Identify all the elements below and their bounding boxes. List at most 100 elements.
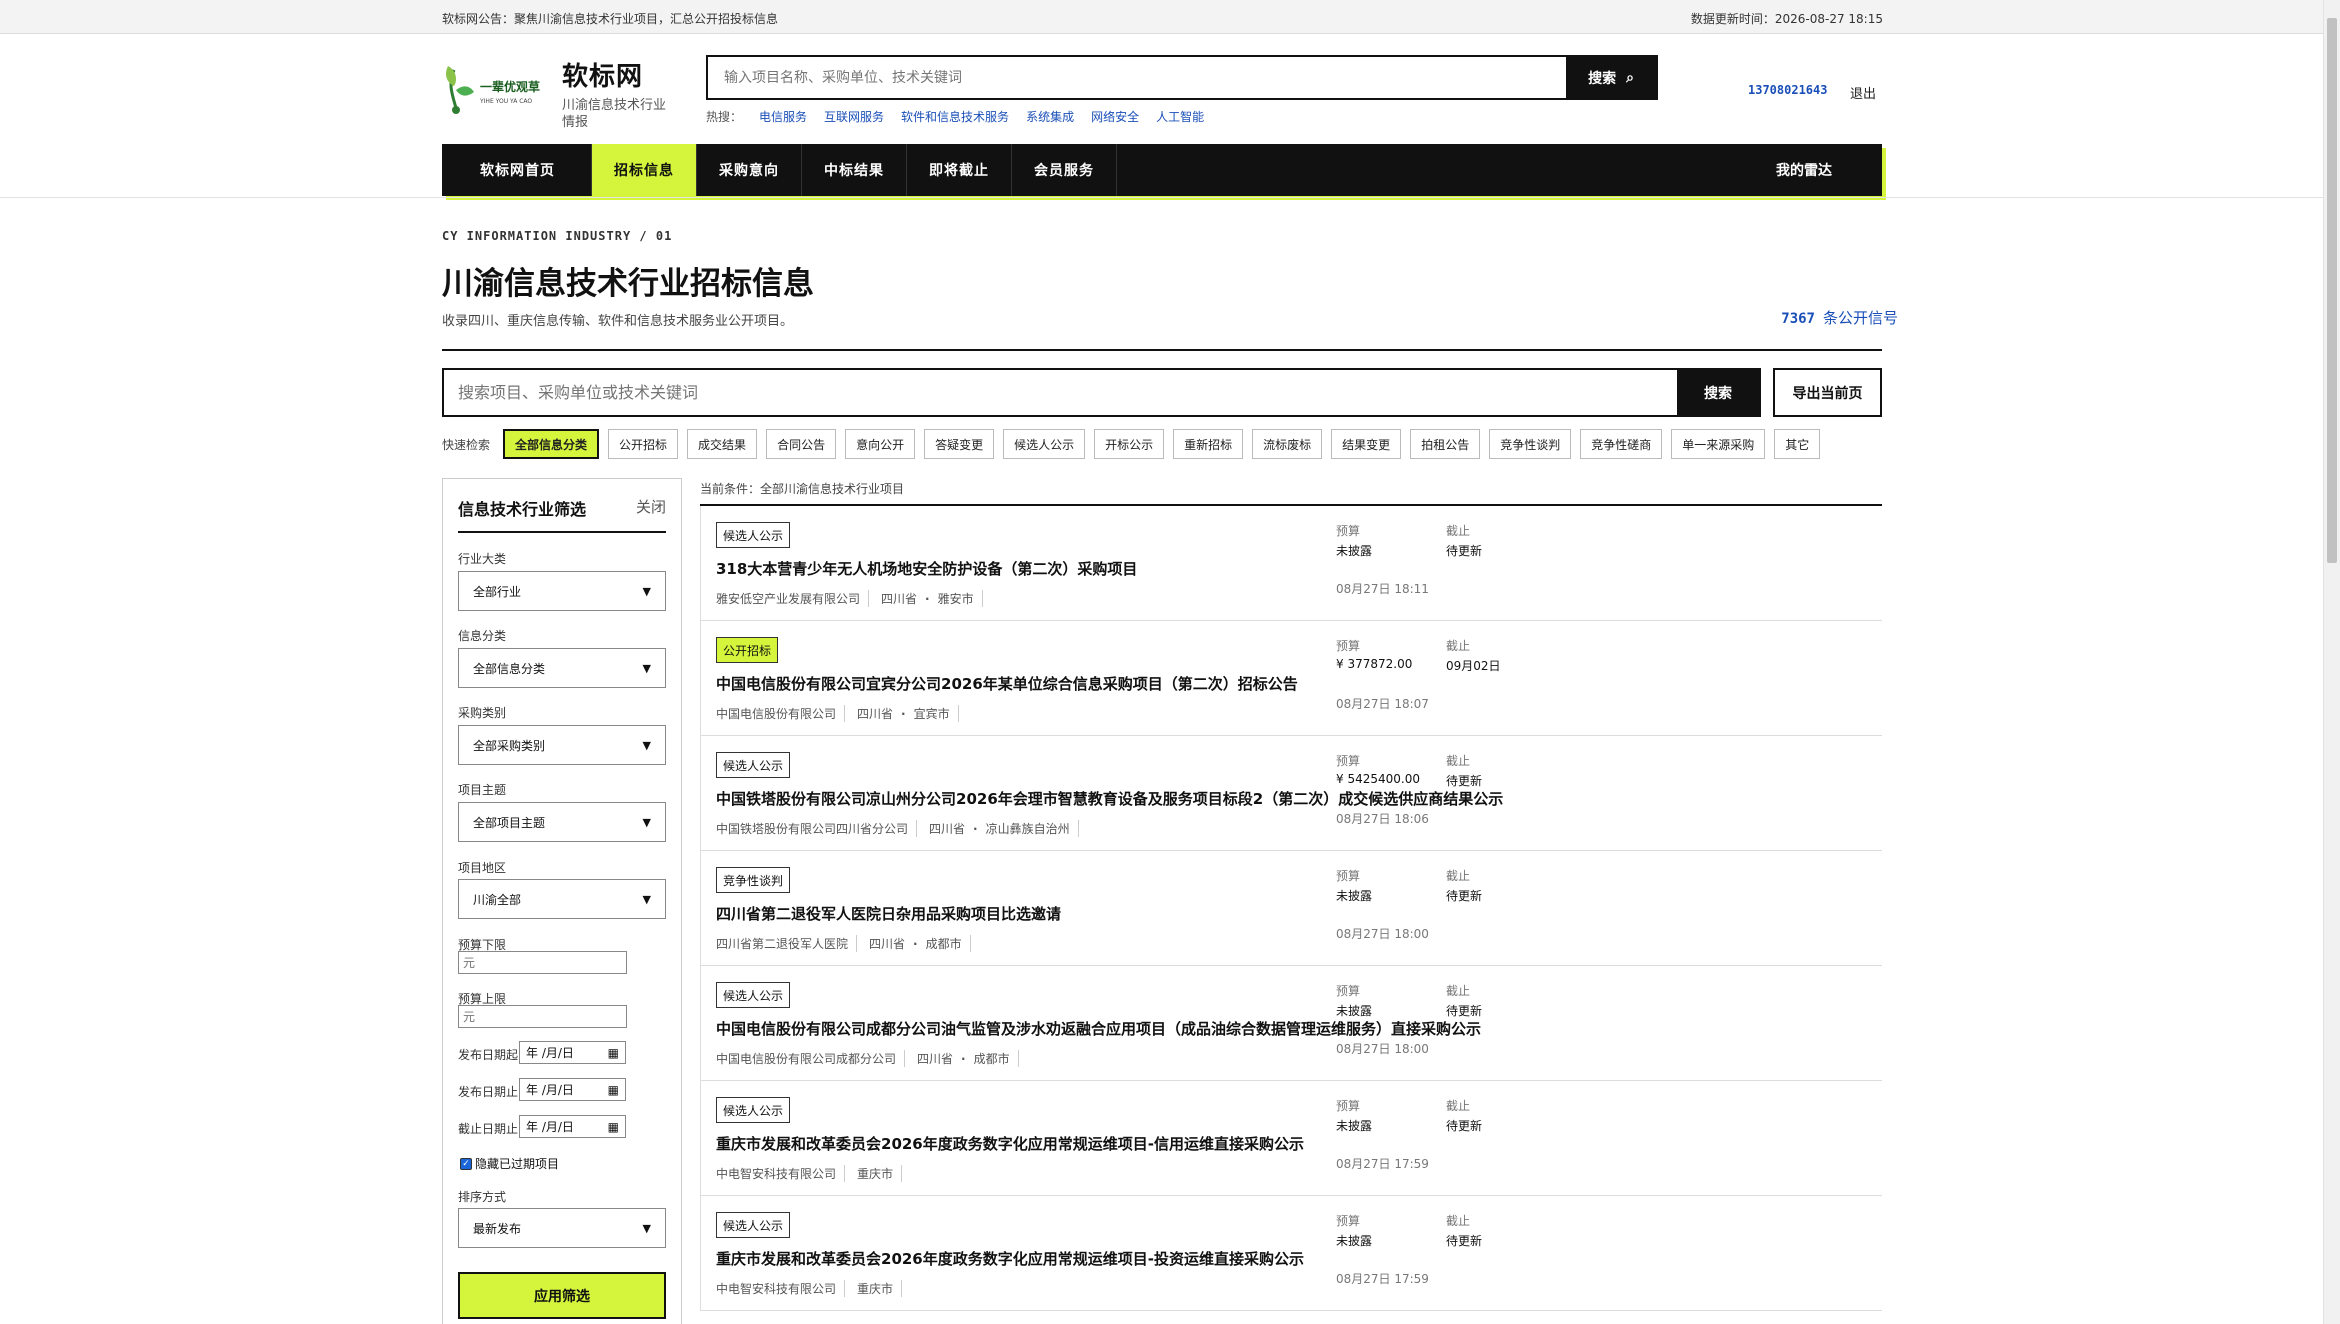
site-logo[interactable]: 一辈优观草 YIHE YOU YA CAO <box>442 56 562 118</box>
calendar-icon: ▦ <box>607 1045 619 1060</box>
quick-chip[interactable]: 重新招标 <box>1173 429 1244 459</box>
export-button[interactable]: 导出当前页 <box>1773 368 1882 417</box>
announcement-text: 软标网公告：聚焦川渝信息技术行业项目，汇总公开招投标信息 <box>442 12 779 26</box>
sidebar-close-button[interactable]: 关闭 <box>636 496 666 531</box>
publish-date: 08月27日 18:06 <box>1336 812 1429 826</box>
budget-min-input[interactable] <box>458 951 627 974</box>
hot-link[interactable]: 系统集成 <box>1026 108 1074 125</box>
result-row[interactable]: 候选人公示 重庆市发展和改革委员会2026年度政务数字化应用常规运维项目-投资运维… <box>700 1196 1882 1311</box>
hide-expired-checkbox[interactable]: ✓ 隐藏已过期项目 <box>460 1155 559 1172</box>
current-condition: 当前条件：全部川渝信息技术行业项目 <box>700 482 905 496</box>
result-title[interactable]: 中国铁塔股份有限公司凉山州分公司2026年会理市智慧教育设备及服务项目标段2（第… <box>716 788 1503 809</box>
hot-link[interactable]: 网络安全 <box>1091 108 1139 125</box>
result-row[interactable]: 候选人公示 318大本营青少年无人机场地安全防护设备（第二次）采购项目 雅安低空产业… <box>700 506 1882 621</box>
result-city: 重庆市 <box>857 1280 903 1297</box>
quick-chip[interactable]: 拍租公告 <box>1410 429 1481 459</box>
result-province: 四川省 <box>917 1052 954 1066</box>
budget-label: 预算 <box>1336 1099 1361 1113</box>
quick-chip[interactable]: 合同公告 <box>766 429 837 459</box>
budget-label: 预算 <box>1336 869 1361 883</box>
result-row[interactable]: 候选人公示中国铁塔股份有限公司凉山州分公司2026年会理市智慧教育设备及服务项目… <box>700 736 1882 851</box>
result-count-number: 7367 <box>1781 311 1815 327</box>
purchase-value: 全部采购类别 <box>473 738 546 753</box>
quick-chip[interactable]: 全部信息分类 <box>503 429 600 459</box>
budget-value: 未披露 <box>1336 889 1373 903</box>
hot-link[interactable]: 互联网服务 <box>824 108 884 125</box>
result-title[interactable]: 318大本营青少年无人机场地安全防护设备（第二次）采购项目 <box>716 558 1137 579</box>
main-search-input[interactable] <box>444 370 1677 415</box>
header-search-button[interactable]: 搜索 ⌕ <box>1566 57 1656 98</box>
result-row[interactable]: 竞争性谈判 四川省第二退役军人医院日杂用品采购项目比选邀请 四川省第二退役军人医院四… <box>700 851 1882 966</box>
result-city: 凉山彝族自治州 <box>986 820 1079 837</box>
result-title[interactable]: 四川省第二退役军人医院日杂用品采购项目比选邀请 <box>716 903 1061 924</box>
deadline-date[interactable]: 年 /月/日 ▦ <box>519 1115 626 1138</box>
result-row[interactable]: 公开招标 中国电信股份有限公司宜宾分公司2026年某单位综合信息采购项目（第二次）… <box>700 621 1882 736</box>
quick-chip[interactable]: 单一来源采购 <box>1671 429 1766 459</box>
result-org: 中国铁塔股份有限公司四川省分公司 <box>716 820 918 837</box>
publish-date: 08月27日 18:00 <box>1336 1042 1429 1056</box>
nav-intent[interactable]: 采购意向 <box>697 144 802 196</box>
quick-filters: 快速检索 全部信息分类 公开招标 成交结果 合同公告 意向公开 答疑变更 候选人… <box>442 429 1821 459</box>
quick-chip[interactable]: 成交结果 <box>687 429 758 459</box>
quick-chip[interactable]: 竞争性谈判 <box>1489 429 1572 459</box>
deadline-value: 待更新 <box>1446 889 1483 903</box>
filter-sidebar: 信息技术行业筛选 关闭 行业大类 全部行业 ▼ 信息分类 全部信息分类 ▼ 采购类别… <box>442 478 682 1324</box>
quick-chip[interactable]: 公开招标 <box>608 429 679 459</box>
page-scrollbar[interactable] <box>2323 0 2340 1324</box>
industry-select[interactable]: 全部行业 ▼ <box>458 571 666 611</box>
deadline-value: 待更新 <box>1446 544 1483 558</box>
result-tag: 候选人公示 <box>716 982 791 1008</box>
quick-chip[interactable]: 流标废标 <box>1252 429 1323 459</box>
budget-label: 预算 <box>1336 984 1361 998</box>
quick-chip[interactable]: 意向公开 <box>845 429 916 459</box>
pub-from-date[interactable]: 年 /月/日 ▦ <box>519 1041 626 1064</box>
subject-select[interactable]: 全部项目主题 ▼ <box>458 802 666 842</box>
separator-dot: · <box>913 936 918 951</box>
quick-chip[interactable]: 候选人公示 <box>1003 429 1086 459</box>
region-select[interactable]: 川渝全部 ▼ <box>458 879 666 919</box>
sort-select[interactable]: 最新发布 ▼ <box>458 1208 666 1248</box>
result-title[interactable]: 重庆市发展和改革委员会2026年度政务数字化应用常规运维项目-投资运维直接采购公… <box>716 1248 1304 1269</box>
logout-link[interactable]: 退出 <box>1850 83 1876 102</box>
quick-chip[interactable]: 结果变更 <box>1331 429 1402 459</box>
chevron-down-icon: ▼ <box>642 892 651 906</box>
result-title[interactable]: 重庆市发展和改革委员会2026年度政务数字化应用常规运维项目-信用运维直接采购公… <box>716 1133 1304 1154</box>
result-title[interactable]: 中国电信股份有限公司宜宾分公司2026年某单位综合信息采购项目（第二次）招标公告 <box>716 673 1298 694</box>
hot-link[interactable]: 软件和信息技术服务 <box>901 108 1009 125</box>
nav-results[interactable]: 中标结果 <box>802 144 907 196</box>
deadline-value: 年 /月/日 <box>526 1120 574 1134</box>
quick-chip[interactable]: 答疑变更 <box>924 429 995 459</box>
quick-chip[interactable]: 其它 <box>1774 429 1821 459</box>
result-row[interactable]: 候选人公示中国电信股份有限公司成都分公司油气监管及涉水劝返融合应用项目（成品油综… <box>700 966 1882 1081</box>
user-phone[interactable]: 13708021643 <box>1748 83 1827 97</box>
main-search-button[interactable]: 搜索 <box>1677 370 1759 415</box>
category-select[interactable]: 全部信息分类 ▼ <box>458 648 666 688</box>
pub-to-date[interactable]: 年 /月/日 ▦ <box>519 1078 626 1101</box>
quick-chip[interactable]: 开标公示 <box>1094 429 1165 459</box>
nav-my-radar[interactable]: 我的雷达 <box>1746 144 1882 196</box>
sort-label: 排序方式 <box>458 1190 507 1204</box>
nav-home[interactable]: 软标网首页 <box>442 144 592 196</box>
result-meta: 四川省第二退役军人医院 四川省 · 成都市 <box>716 935 983 952</box>
result-province: 四川省 <box>881 592 918 606</box>
apply-filter-button[interactable]: 应用筛选 <box>458 1272 666 1319</box>
category-label: 信息分类 <box>458 629 507 643</box>
result-tag: 候选人公示 <box>716 752 791 778</box>
sidebar-title: 信息技术行业筛选 <box>458 500 587 519</box>
chevron-down-icon: ▼ <box>642 738 651 752</box>
hot-link[interactable]: 人工智能 <box>1156 108 1204 125</box>
scrollbar-thumb[interactable] <box>2327 18 2337 563</box>
nav-closing[interactable]: 即将截止 <box>907 144 1012 196</box>
result-row[interactable]: 候选人公示 重庆市发展和改革委员会2026年度政务数字化应用常规运维项目-信用运维… <box>700 1081 1882 1196</box>
brand: 软标网 川渝信息技术行业情报 <box>562 56 672 131</box>
hot-link[interactable]: 电信服务 <box>759 108 807 125</box>
quick-chip[interactable]: 竞争性磋商 <box>1580 429 1663 459</box>
purchase-select[interactable]: 全部采购类别 ▼ <box>458 725 666 765</box>
nav-member[interactable]: 会员服务 <box>1012 144 1117 196</box>
result-title[interactable]: 中国电信股份有限公司成都分公司油气监管及涉水劝返融合应用项目（成品油综合数据管理… <box>716 1018 1481 1039</box>
budget-max-input[interactable] <box>458 1005 627 1028</box>
deadline-value: 待更新 <box>1446 774 1483 788</box>
header-search-input[interactable] <box>708 57 1566 98</box>
result-province: 四川省 <box>857 707 894 721</box>
nav-tenders[interactable]: 招标信息 <box>592 144 697 196</box>
